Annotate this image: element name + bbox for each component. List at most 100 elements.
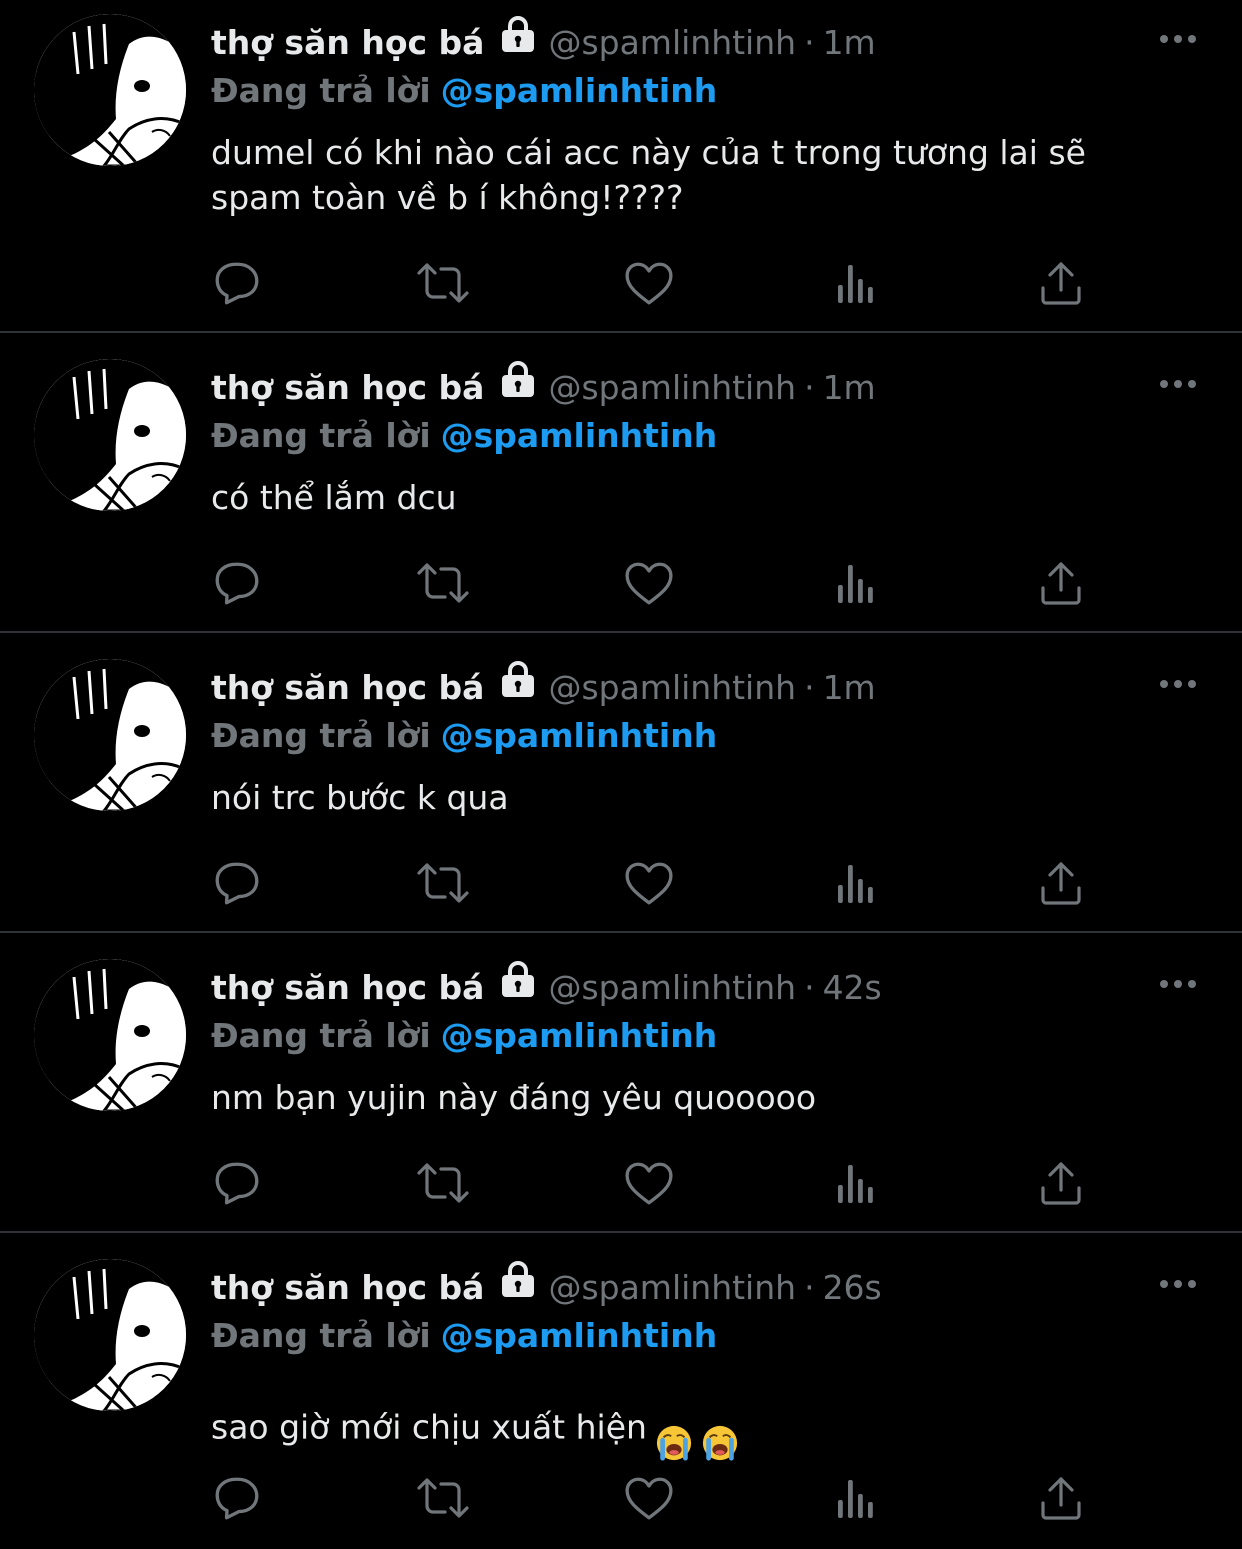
- more-icon[interactable]: [1158, 1269, 1198, 1299]
- views-icon[interactable]: [826, 1468, 886, 1528]
- heart-icon[interactable]: [619, 553, 679, 613]
- timestamp[interactable]: 1m: [823, 23, 876, 62]
- emoji-group: [647, 1408, 739, 1461]
- tweet-text: dumel có khi nào cái acc này của t trong…: [211, 133, 1086, 217]
- retweet-icon[interactable]: [413, 853, 473, 913]
- reply-icon[interactable]: [207, 253, 267, 313]
- share-icon[interactable]: [1031, 853, 1091, 913]
- views-icon[interactable]: [826, 1153, 886, 1213]
- replying-to-label: Đang trả lời: [211, 416, 431, 455]
- retweet-icon[interactable]: [413, 553, 473, 613]
- avatar[interactable]: [34, 359, 186, 511]
- replying-to: Đang trả lời @spamlinhtinh: [211, 68, 717, 114]
- tweet-header: thợ săn học bá @spamlinhtinh · 26s: [211, 1260, 882, 1311]
- replying-to-handle[interactable]: @spamlinhtinh: [441, 416, 718, 455]
- action-bar: [0, 853, 1242, 913]
- tweet-header: thợ săn học bá @spamlinhtinh · 1m: [211, 660, 876, 711]
- action-bar: [0, 1153, 1242, 1213]
- share-icon[interactable]: [1031, 1153, 1091, 1213]
- retweet-icon[interactable]: [413, 253, 473, 313]
- more-icon[interactable]: [1158, 669, 1198, 699]
- action-bar: [0, 553, 1242, 613]
- more-icon[interactable]: [1158, 369, 1198, 399]
- tweet-header: thợ săn học bá @spamlinhtinh · 1m: [211, 15, 876, 66]
- timestamp[interactable]: 1m: [823, 668, 876, 707]
- separator-dot: ·: [804, 23, 815, 62]
- loudly-crying-face-emoji: [655, 1379, 693, 1473]
- tweet-text: có thể lắm dcu: [211, 478, 457, 517]
- heart-icon[interactable]: [619, 1153, 679, 1213]
- timestamp[interactable]: 1m: [823, 368, 876, 407]
- tweet-text-content: sao giờ mới chịu xuất hiện: [211, 1407, 647, 1447]
- reply-icon[interactable]: [207, 1468, 267, 1528]
- replying-to-handle[interactable]: @spamlinhtinh: [441, 71, 718, 110]
- user-handle[interactable]: @spamlinhtinh: [548, 23, 796, 62]
- reply-icon[interactable]: [207, 853, 267, 913]
- avatar[interactable]: [34, 1259, 186, 1411]
- separator-dot: ·: [804, 968, 815, 1007]
- heart-icon[interactable]: [619, 1468, 679, 1528]
- separator-dot: ·: [804, 1268, 815, 1307]
- tweet-text: nói trc bước k qua: [211, 778, 509, 817]
- user-handle[interactable]: @spamlinhtinh: [548, 368, 796, 407]
- share-icon[interactable]: [1031, 553, 1091, 613]
- loudly-crying-face-emoji: [701, 1379, 739, 1473]
- display-name[interactable]: thợ săn học bá: [211, 23, 484, 62]
- display-name[interactable]: thợ săn học bá: [211, 668, 484, 707]
- replying-to-handle[interactable]: @spamlinhtinh: [441, 1316, 718, 1355]
- separator-dot: ·: [804, 668, 815, 707]
- avatar[interactable]: [34, 959, 186, 1111]
- tweet[interactable]: thợ săn học bá @spamlinhtinh · 1m Đang trả…: [0, 333, 1242, 633]
- tweet[interactable]: thợ săn học bá @spamlinhtinh · 1m Đang trả…: [0, 633, 1242, 933]
- tweet-header: thợ săn học bá @spamlinhtinh · 1m: [211, 360, 876, 411]
- action-bar: [0, 253, 1242, 313]
- replying-to-label: Đang trả lời: [211, 1016, 431, 1055]
- replying-to: Đang trả lời @spamlinhtinh: [211, 1313, 717, 1359]
- tweet[interactable]: thợ săn học bá @spamlinhtinh · 42s Đang tr…: [0, 933, 1242, 1233]
- user-handle[interactable]: @spamlinhtinh: [548, 668, 796, 707]
- avatar[interactable]: [34, 659, 186, 811]
- more-icon[interactable]: [1158, 969, 1198, 999]
- lock-icon: [500, 660, 536, 711]
- views-icon[interactable]: [826, 853, 886, 913]
- display-name[interactable]: thợ săn học bá: [211, 368, 484, 407]
- tweet-feed: thợ săn học bá @spamlinhtinh · 1m Đang trả…: [0, 0, 1242, 1549]
- tweet-text: sao giờ mới chịu xuất hiện: [211, 1385, 1201, 1473]
- tweet[interactable]: thợ săn học bá @spamlinhtinh · 26s Đang tr…: [0, 1233, 1242, 1549]
- reply-icon[interactable]: [207, 553, 267, 613]
- heart-icon[interactable]: [619, 853, 679, 913]
- timestamp[interactable]: 42s: [823, 968, 882, 1007]
- heart-icon[interactable]: [619, 253, 679, 313]
- views-icon[interactable]: [826, 553, 886, 613]
- lock-icon: [500, 360, 536, 411]
- views-icon[interactable]: [826, 253, 886, 313]
- lock-icon: [500, 15, 536, 66]
- separator-dot: ·: [804, 368, 815, 407]
- display-name[interactable]: thợ săn học bá: [211, 1268, 484, 1307]
- replying-to-label: Đang trả lời: [211, 71, 431, 110]
- replying-to: Đang trả lời @spamlinhtinh: [211, 713, 717, 759]
- replying-to: Đang trả lời @spamlinhtinh: [211, 413, 717, 459]
- lock-icon: [500, 960, 536, 1011]
- reply-icon[interactable]: [207, 1153, 267, 1213]
- retweet-icon[interactable]: [413, 1468, 473, 1528]
- user-handle[interactable]: @spamlinhtinh: [548, 968, 796, 1007]
- more-icon[interactable]: [1158, 24, 1198, 54]
- share-icon[interactable]: [1031, 253, 1091, 313]
- replying-to-handle[interactable]: @spamlinhtinh: [441, 1016, 718, 1055]
- retweet-icon[interactable]: [413, 1153, 473, 1213]
- replying-to: Đang trả lời @spamlinhtinh: [211, 1013, 717, 1059]
- display-name[interactable]: thợ săn học bá: [211, 968, 484, 1007]
- share-icon[interactable]: [1031, 1468, 1091, 1528]
- tweet-header: thợ săn học bá @spamlinhtinh · 42s: [211, 960, 882, 1011]
- avatar[interactable]: [34, 14, 186, 166]
- replying-to-handle[interactable]: @spamlinhtinh: [441, 716, 718, 755]
- action-bar: [0, 1468, 1242, 1528]
- lock-icon: [500, 1260, 536, 1311]
- replying-to-label: Đang trả lời: [211, 716, 431, 755]
- timestamp[interactable]: 26s: [823, 1268, 882, 1307]
- tweet[interactable]: thợ săn học bá @spamlinhtinh · 1m Đang trả…: [0, 0, 1242, 333]
- tweet-text: nm bạn yujin này đáng yêu quooooo: [211, 1078, 817, 1117]
- replying-to-label: Đang trả lời: [211, 1316, 431, 1355]
- user-handle[interactable]: @spamlinhtinh: [548, 1268, 796, 1307]
